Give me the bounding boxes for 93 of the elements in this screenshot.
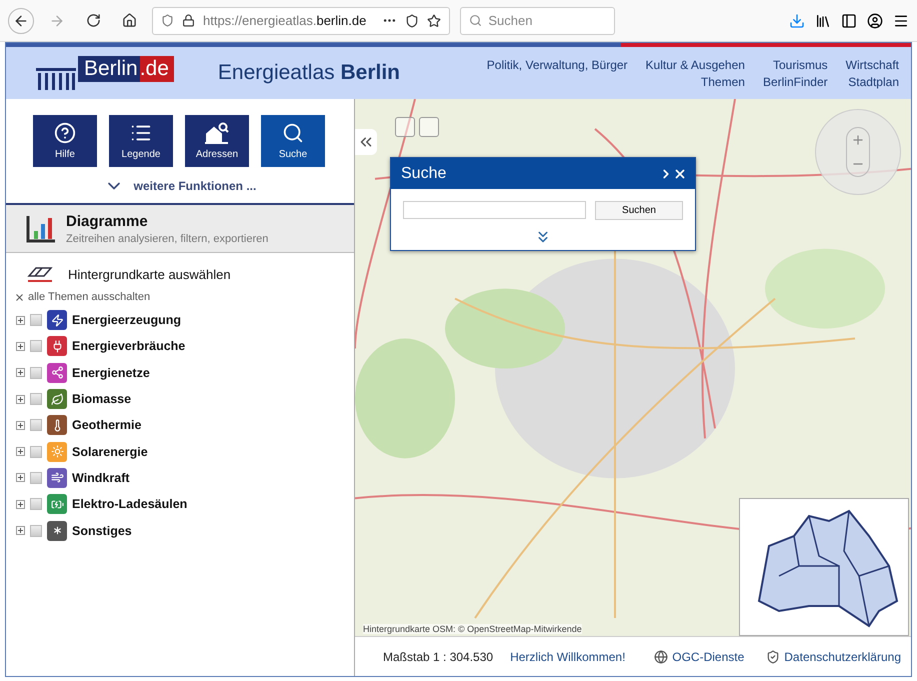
berlin-logo[interactable]: Berlin.de — [36, 56, 174, 90]
menu-icon[interactable] — [893, 12, 909, 28]
search-placeholder: Suchen — [488, 13, 532, 28]
library-icon[interactable] — [815, 12, 831, 28]
bar-chart-icon — [26, 214, 56, 242]
network-icon — [50, 366, 64, 380]
collapse-sidebar-button[interactable] — [355, 129, 377, 155]
nav-link[interactable]: BerlinFinder — [762, 74, 828, 88]
back-icon — [13, 12, 29, 28]
expand-icon[interactable] — [16, 316, 25, 325]
welcome-link[interactable]: Herzlich Willkommen! — [510, 650, 626, 664]
shield-icon — [766, 650, 780, 664]
layer-button[interactable] — [395, 117, 415, 137]
house-search-icon — [204, 122, 230, 144]
help-icon — [54, 122, 76, 144]
theme-label[interactable]: Energieverbräuche — [72, 339, 186, 354]
panel-title: Suche — [401, 164, 448, 182]
theme-label[interactable]: Geothermie — [72, 418, 142, 432]
close-icon — [14, 292, 25, 302]
footer-link[interactable]: OGC-Dienste — [654, 650, 744, 664]
lightning-icon — [50, 314, 64, 327]
theme-label[interactable]: Energieerzeugung — [72, 313, 182, 328]
site-title: Energieatlas Berlin — [218, 61, 400, 85]
home-icon[interactable] — [122, 13, 136, 28]
nav-link[interactable]: Stadtplan — [848, 74, 899, 88]
more-functions-button[interactable]: weitere Funktionen ... — [98, 175, 262, 197]
all-themes-off-link[interactable]: alle Themen ausschalten — [6, 291, 354, 303]
theme-checkbox[interactable] — [30, 472, 42, 484]
bookmark-icon[interactable] — [427, 14, 442, 28]
expand-icon[interactable] — [16, 500, 25, 509]
theme-label[interactable]: Windkraft — [72, 470, 130, 485]
theme-checkbox[interactable] — [30, 498, 42, 510]
theme-checkbox[interactable] — [30, 340, 42, 352]
theme-label[interactable]: Sonstiges — [72, 524, 132, 538]
lock-icon — [182, 14, 195, 27]
sun-icon — [50, 445, 64, 458]
address-bar[interactable]: https://energieatlas.berlin.de — [152, 6, 450, 34]
diagram-section[interactable]: Diagramme Zeitreihen analysieren, filtern, exportieren — [6, 203, 354, 253]
search-field[interactable]: Suchen — [460, 6, 616, 34]
tool-button[interactable]: Suche — [261, 115, 325, 167]
theme-label[interactable]: Solarenergie — [72, 444, 148, 459]
theme-checkbox[interactable] — [30, 524, 42, 537]
nav-link[interactable]: Politik, Verwaltung, Bürger — [486, 58, 628, 72]
expand-icon[interactable] — [16, 368, 25, 378]
logo-text: Berlin — [78, 56, 140, 82]
wind-icon — [50, 471, 64, 484]
search-button[interactable]: Suchen — [595, 201, 683, 220]
globe-icon — [654, 650, 668, 664]
theme-label[interactable]: Energienetze — [72, 366, 150, 380]
layer-button[interactable] — [419, 117, 439, 137]
theme-label[interactable]: Biomasse — [72, 392, 132, 406]
back-button[interactable] — [8, 8, 34, 34]
tool-button[interactable]: Adressen — [185, 115, 249, 167]
expand-icon[interactable] — [16, 473, 25, 482]
basemap-selector[interactable]: Hintergrundkarte auswählen — [6, 253, 354, 291]
tool-button[interactable]: Legende — [109, 115, 173, 167]
tool-button[interactable]: Hilfe — [33, 115, 97, 167]
download-icon[interactable] — [789, 12, 805, 28]
close-icon[interactable] — [673, 166, 687, 180]
sidebar-icon[interactable] — [841, 12, 857, 28]
diagram-title: Diagramme — [66, 212, 149, 230]
search-icon — [282, 122, 304, 144]
expand-icon[interactable] — [16, 394, 25, 404]
expand-icon[interactable] — [16, 420, 25, 430]
charging-icon — [50, 498, 64, 511]
url-text: https://energieatlas.berlin.de — [203, 13, 366, 28]
shield-icon — [161, 14, 174, 27]
map-attribution: Hintergrundkarte OSM: © OpenStreetMap-Mitwirkende — [363, 624, 582, 634]
expand-icon[interactable] — [16, 447, 25, 456]
reload-icon[interactable] — [86, 13, 100, 28]
footer-link[interactable]: Datenschutzerklärung — [766, 650, 901, 664]
expand-icon[interactable] — [16, 342, 25, 351]
theme-checkbox[interactable] — [30, 393, 42, 406]
theme-checkbox[interactable] — [30, 446, 42, 458]
theme-checkbox[interactable] — [30, 314, 42, 326]
scale-label: Maßstab 1 : 304.530 — [383, 650, 494, 664]
diagram-subtitle: Zeitreihen analysieren, filtern, exportieren — [66, 232, 268, 244]
zoom-in-icon[interactable] — [851, 133, 865, 147]
leaf-icon — [50, 392, 64, 406]
nav-link[interactable]: Wirtschaft — [846, 58, 899, 72]
nav-link[interactable]: Tourismus — [772, 58, 828, 72]
theme-label[interactable]: Elektro-Ladesäulen — [72, 497, 188, 512]
nav-link[interactable]: Kultur & Ausgehen — [646, 58, 745, 72]
logo-suffix: .de — [140, 56, 174, 82]
expand-icon[interactable] — [16, 526, 25, 536]
search-input[interactable] — [403, 201, 586, 219]
nav-link[interactable]: Themen — [700, 74, 745, 88]
plug-icon — [50, 340, 64, 353]
map-layers-icon — [26, 265, 54, 283]
theme-checkbox[interactable] — [30, 366, 42, 379]
account-icon[interactable] — [867, 12, 883, 28]
theme-checkbox[interactable] — [30, 419, 42, 432]
search-icon — [469, 14, 482, 27]
